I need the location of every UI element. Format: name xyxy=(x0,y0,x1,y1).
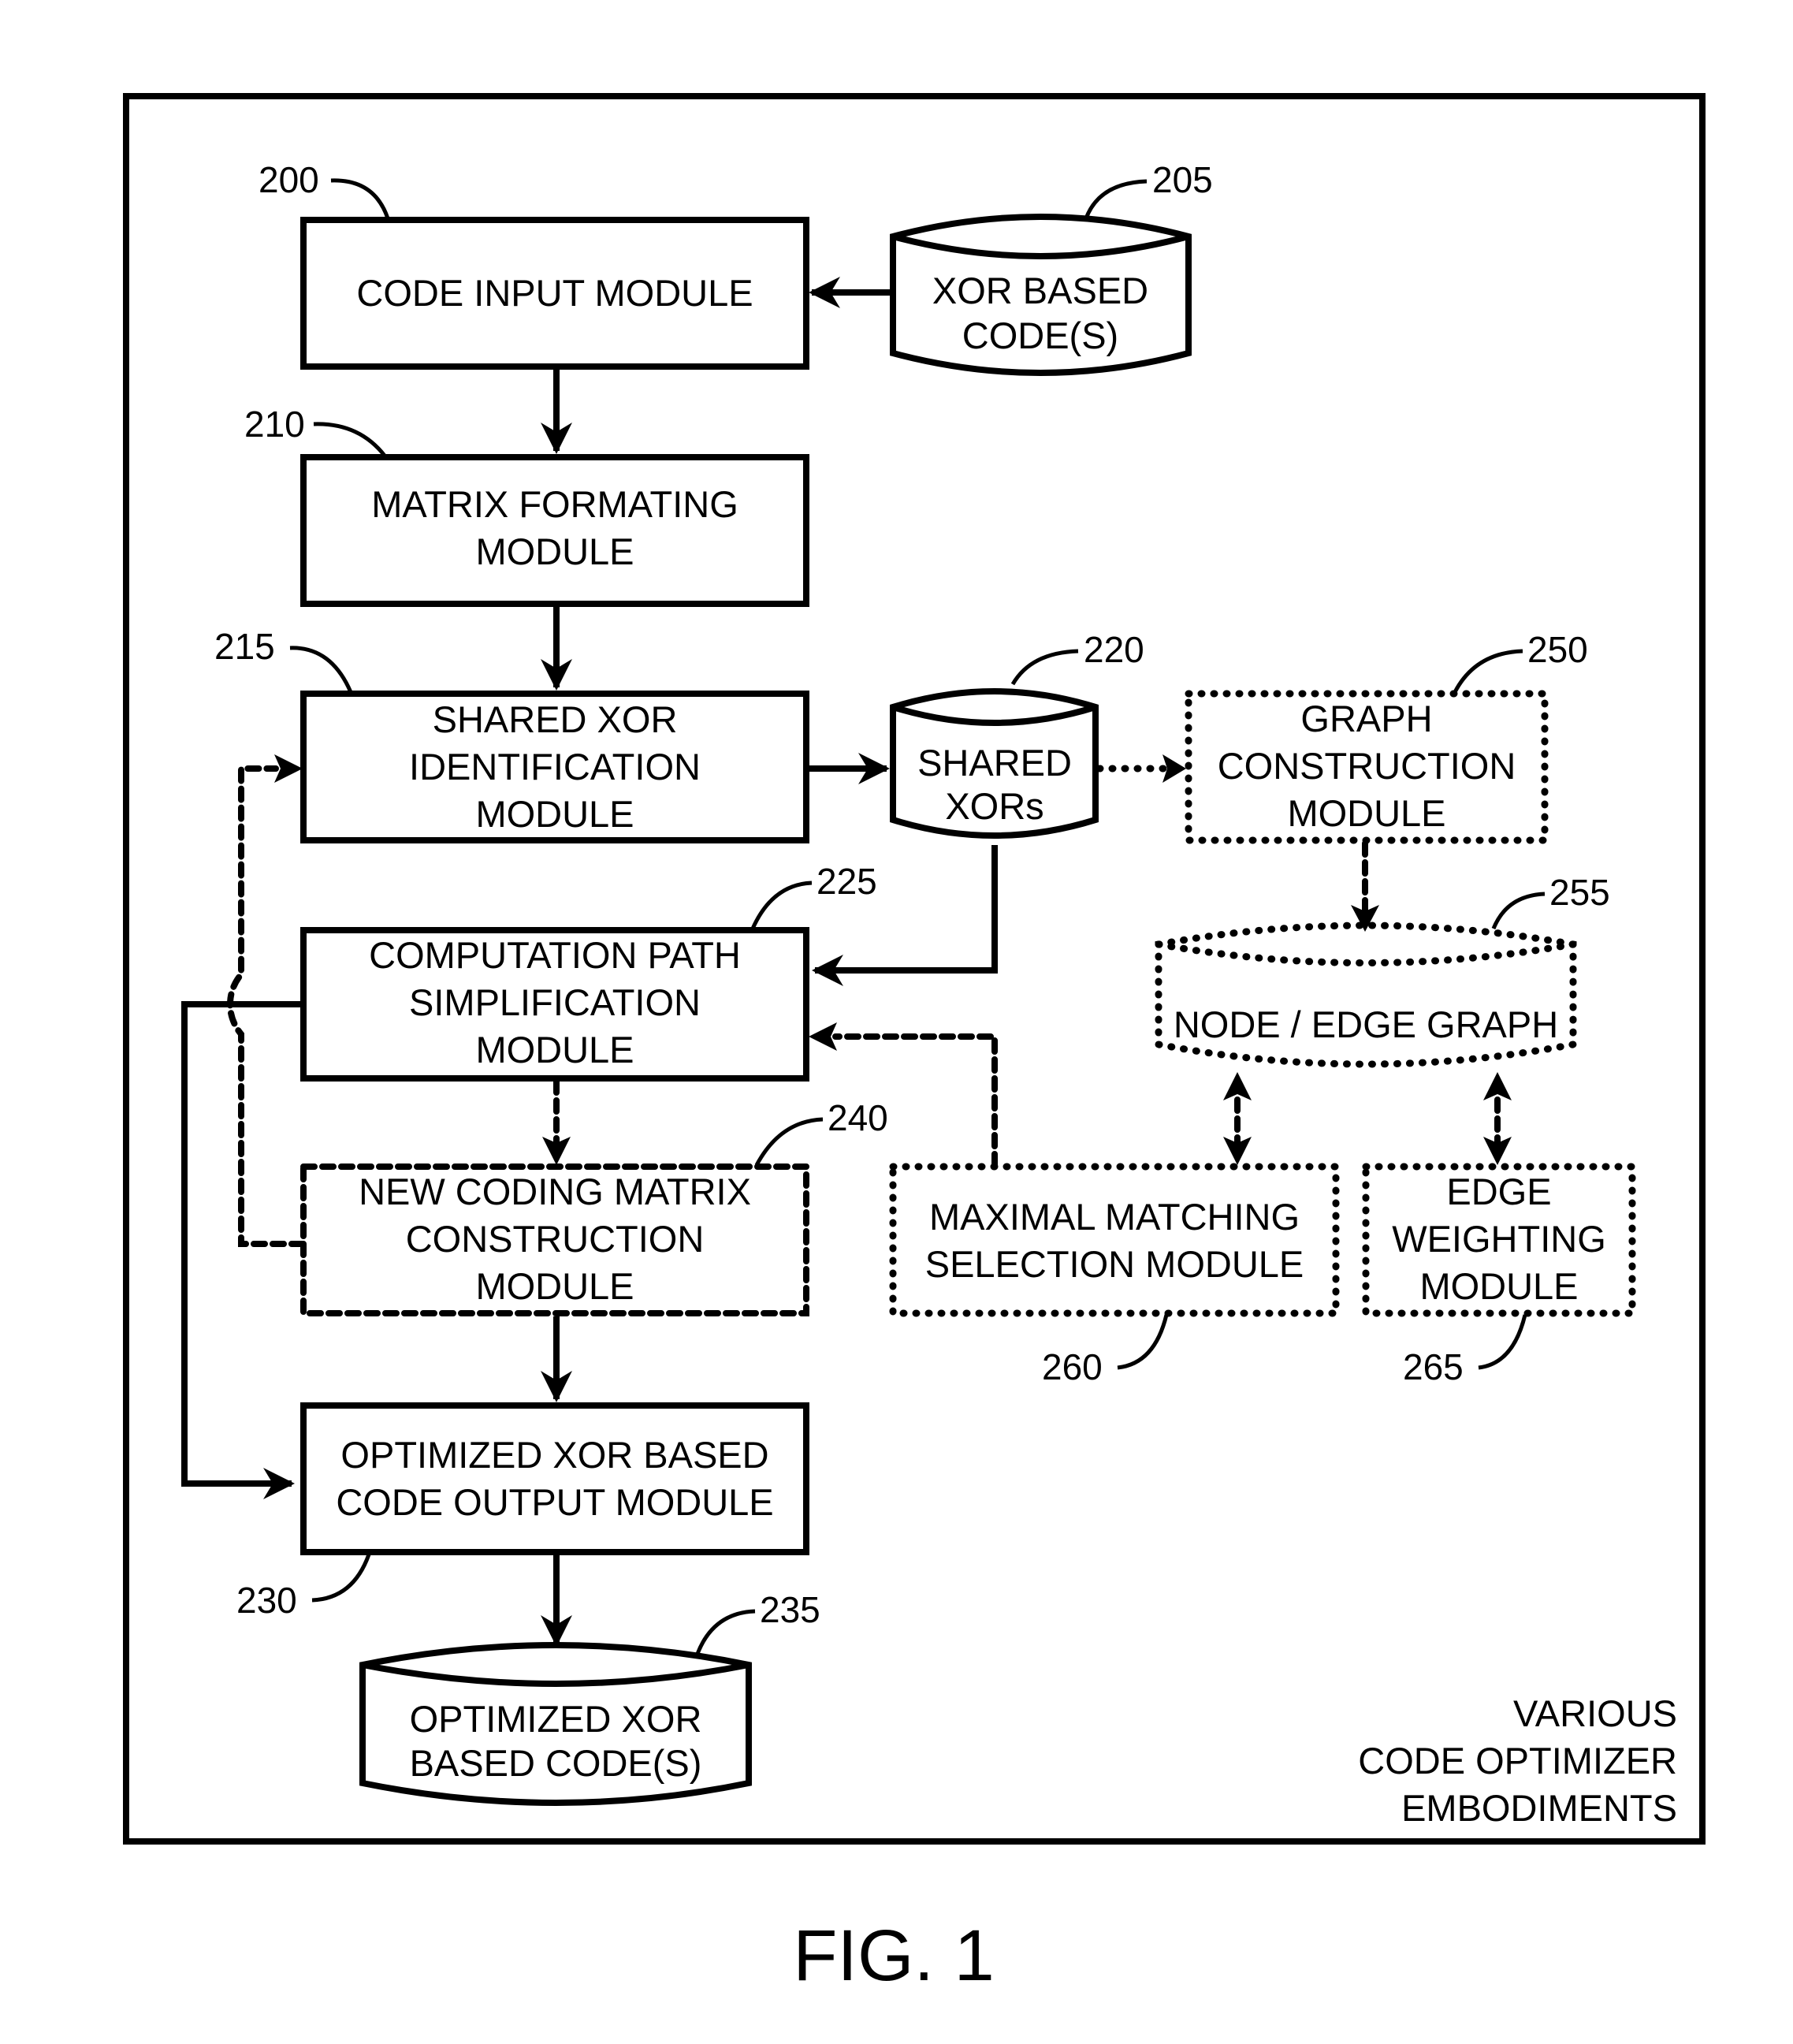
matrix-formatting-label-line2: MODULE xyxy=(475,531,634,572)
maximal-matching-label-line2: SELECTION MODULE xyxy=(925,1243,1304,1285)
frame-label-line1: VARIOUS xyxy=(1513,1692,1677,1734)
xor-based-codes-store[interactable]: XOR BASED CODE(S) xyxy=(890,214,1192,376)
optimized-output-label-line1: OPTIMIZED XOR BASED xyxy=(340,1434,768,1476)
shared-xors-label-line1: SHARED xyxy=(917,742,1072,784)
ref-255: 255 xyxy=(1549,872,1610,913)
xor-codes-label-line1: XOR BASED xyxy=(932,270,1148,311)
arrowhead-up-maximal xyxy=(1223,1072,1252,1100)
optimized-codes-label-line1: OPTIMIZED XOR xyxy=(410,1698,702,1740)
edge-weighting-module[interactable]: EDGE WEIGHTING MODULE xyxy=(1362,1163,1636,1317)
patent-figure: CODE INPUT MODULE XOR BASED CODE(S) MATR… xyxy=(123,93,1706,1996)
shared-xors-store[interactable]: SHARED XORs xyxy=(890,688,1099,839)
graph-construction-module[interactable]: GRAPH CONSTRUCTION MODULE xyxy=(1185,690,1549,844)
optimized-codes-label-line2: BASED CODE(S) xyxy=(410,1742,702,1784)
new-coding-label-line3: MODULE xyxy=(475,1265,634,1307)
figure-caption: FIG. 1 xyxy=(793,1916,995,1996)
edge-weighting-label-line1: EDGE xyxy=(1446,1171,1551,1212)
ref-205: 205 xyxy=(1152,159,1213,200)
graph-construction-label-line1: GRAPH xyxy=(1300,698,1432,739)
shared-xors-label-line2: XORs xyxy=(945,785,1043,827)
ref-225: 225 xyxy=(817,861,877,902)
graph-construction-label-line2: CONSTRUCTION xyxy=(1218,745,1516,787)
ref-230: 230 xyxy=(236,1580,297,1621)
xor-codes-label-line2: CODE(S) xyxy=(962,315,1118,356)
arrowhead-up-weighting xyxy=(1483,1072,1512,1100)
comp-path-label-line3: MODULE xyxy=(475,1029,634,1070)
matrix-formatting-module[interactable]: MATRIX FORMATING MODULE xyxy=(300,454,809,607)
maximal-matching-label-line1: MAXIMAL MATCHING xyxy=(929,1196,1300,1238)
optimized-code-output-module[interactable]: OPTIMIZED XOR BASED CODE OUTPUT MODULE xyxy=(300,1402,809,1555)
edge-weighting-label-line3: MODULE xyxy=(1419,1265,1578,1307)
ref-215: 215 xyxy=(214,626,275,667)
frame-label: VARIOUS CODE OPTIMIZER EMBODIMENTS xyxy=(1358,1692,1677,1829)
frame-label-line2: CODE OPTIMIZER xyxy=(1358,1740,1677,1782)
frame-label-line3: EMBODIMENTS xyxy=(1401,1787,1677,1829)
shared-xor-id-label-line1: SHARED XOR xyxy=(433,698,678,740)
shared-xor-identification-module[interactable]: SHARED XOR IDENTIFICATION MODULE xyxy=(300,691,809,843)
node-edge-graph-label: NODE / EDGE GRAPH xyxy=(1174,1003,1558,1045)
matrix-formatting-label-line1: MATRIX FORMATING xyxy=(371,483,738,525)
new-coding-label-line1: NEW CODING MATRIX xyxy=(359,1171,751,1212)
ref-210: 210 xyxy=(244,404,305,445)
comp-path-label-line1: COMPUTATION PATH xyxy=(369,934,741,976)
ref-240: 240 xyxy=(828,1097,888,1138)
shared-xor-id-label-line3: MODULE xyxy=(475,793,634,835)
edge-weighting-label-line2: WEIGHTING xyxy=(1392,1218,1606,1260)
comp-path-label-line2: SIMPLIFICATION xyxy=(409,981,701,1023)
ref-220: 220 xyxy=(1084,629,1144,670)
new-coding-label-line2: CONSTRUCTION xyxy=(406,1218,705,1260)
node-edge-graph-store[interactable]: NODE / EDGE GRAPH xyxy=(1155,921,1577,1068)
reference-numerals: 200 205 210 215 220 250 225 255 240 260 … xyxy=(214,159,1610,1655)
ref-260: 260 xyxy=(1042,1346,1103,1387)
ref-250: 250 xyxy=(1527,629,1588,670)
new-coding-matrix-module[interactable]: NEW CODING MATRIX CONSTRUCTION MODULE xyxy=(300,1163,809,1316)
maximal-matching-selection-module[interactable]: MAXIMAL MATCHING SELECTION MODULE xyxy=(889,1163,1340,1317)
optimized-codes-store[interactable]: OPTIMIZED XOR BASED CODE(S) xyxy=(359,1642,752,1806)
optimized-output-label-line2: CODE OUTPUT MODULE xyxy=(336,1481,773,1523)
ref-235: 235 xyxy=(760,1589,820,1630)
graph-construction-label-line3: MODULE xyxy=(1287,792,1445,834)
ref-265: 265 xyxy=(1403,1346,1464,1387)
ref-200: 200 xyxy=(259,159,319,200)
code-input-module[interactable]: CODE INPUT MODULE xyxy=(300,217,809,370)
computation-path-simplification-module[interactable]: COMPUTATION PATH SIMPLIFICATION MODULE xyxy=(300,927,809,1082)
code-input-label: CODE INPUT MODULE xyxy=(356,272,753,314)
shared-xor-id-label-line2: IDENTIFICATION xyxy=(409,746,701,787)
